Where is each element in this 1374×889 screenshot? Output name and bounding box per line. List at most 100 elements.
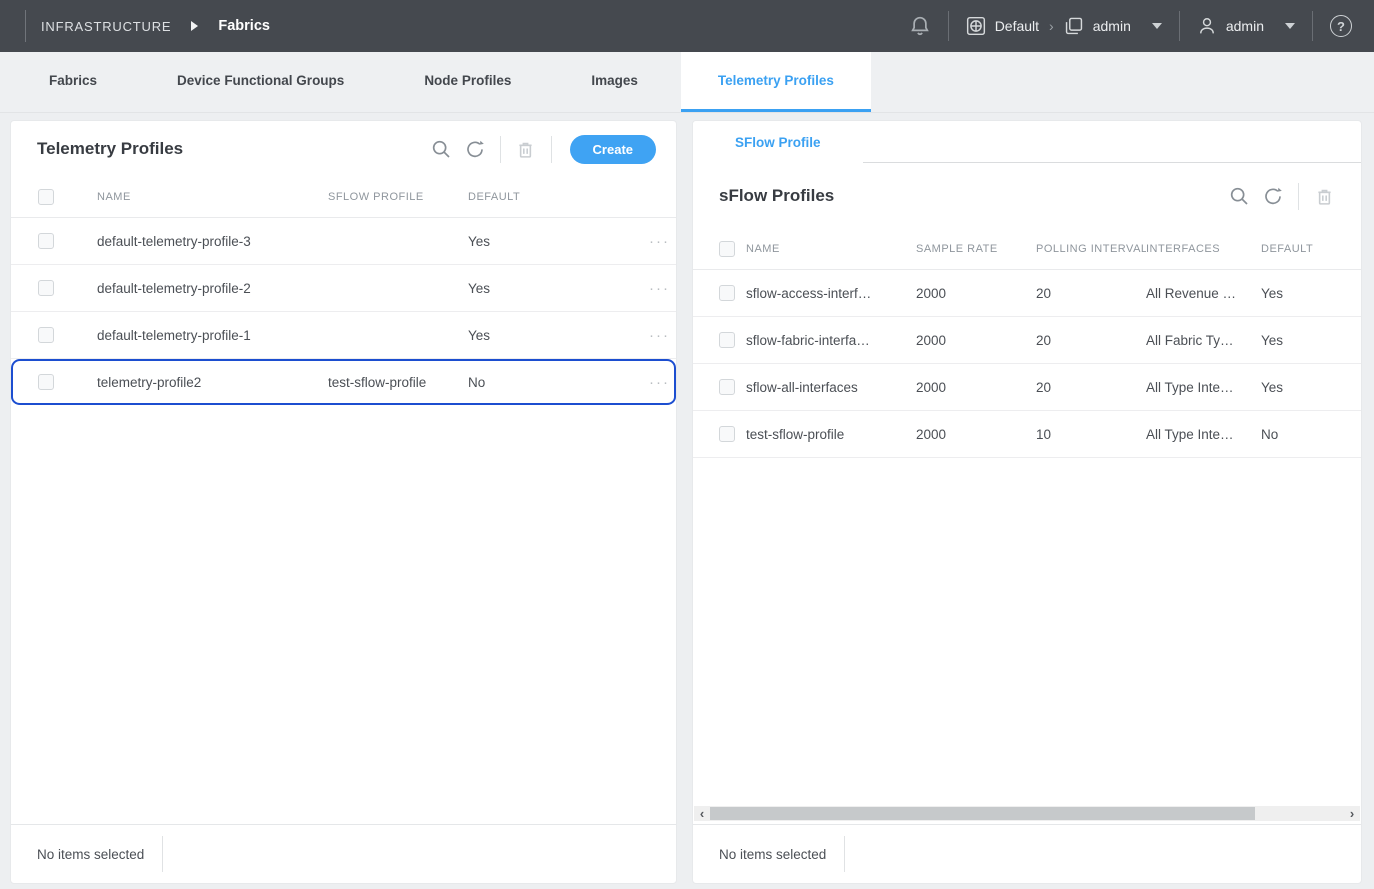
scroll-right-icon[interactable] [1344, 806, 1360, 821]
cell-sflow-profile: test-sflow-profile [328, 375, 468, 390]
table-row[interactable]: default-telemetry-profile-1 Yes [11, 312, 676, 359]
cell-name: telemetry-profile2 [97, 375, 328, 390]
select-all-checkbox[interactable] [38, 189, 54, 205]
table-row[interactable]: test-sflow-profile 2000 10 All Type Inte… [693, 411, 1361, 458]
tab-fabrics[interactable]: Fabrics [12, 52, 134, 112]
select-all-checkbox[interactable] [719, 241, 735, 257]
cell-name: test-sflow-profile [746, 427, 916, 442]
top-navigation-bar: INFRASTRUCTURE Fabrics Default › admin a [0, 0, 1374, 52]
telemetry-panel-footer: No items selected [11, 824, 676, 883]
breadcrumb-page-title: Fabrics [218, 18, 270, 34]
row-checkbox[interactable] [719, 285, 735, 301]
refresh-icon[interactable] [458, 139, 492, 159]
sflow-profiles-panel: SFlow Profile sFlow Profiles NAME SAMPLE… [692, 120, 1362, 884]
scroll-left-icon[interactable] [694, 806, 710, 821]
tab-telemetry-profiles[interactable]: Telemetry Profiles [681, 52, 871, 112]
notifications-bell-icon[interactable] [909, 15, 931, 37]
topbar-divider [1312, 11, 1313, 41]
row-checkbox[interactable] [719, 379, 735, 395]
cell-sample-rate: 2000 [916, 333, 1036, 348]
cell-interfaces: All Fabric Ty… [1146, 333, 1261, 348]
table-row[interactable]: default-telemetry-profile-3 Yes [11, 218, 676, 265]
tab-sflow-profile[interactable]: SFlow Profile [693, 121, 863, 163]
column-header-name[interactable]: NAME [746, 243, 916, 255]
row-checkbox[interactable] [38, 374, 54, 390]
cell-default: Yes [468, 328, 636, 343]
sflow-panel-footer: No items selected [693, 824, 1361, 883]
table-row[interactable]: default-telemetry-profile-2 Yes [11, 265, 676, 312]
column-header-interfaces[interactable]: INTERFACES [1146, 243, 1261, 255]
row-actions-icon[interactable] [636, 374, 676, 391]
cell-polling-interval: 20 [1036, 286, 1146, 301]
scrollbar-track[interactable] [710, 806, 1344, 821]
user-menu[interactable]: admin [1197, 16, 1295, 36]
tab-images[interactable]: Images [554, 52, 675, 112]
row-checkbox[interactable] [38, 233, 54, 249]
telemetry-table-header: NAME SFLOW PROFILE DEFAULT [11, 177, 676, 218]
create-button[interactable]: Create [570, 135, 656, 164]
table-row[interactable]: sflow-all-interfaces 2000 20 All Type In… [693, 364, 1361, 411]
cell-name: sflow-all-interfaces [746, 380, 916, 395]
selection-status: No items selected [37, 847, 144, 862]
column-header-default[interactable]: DEFAULT [468, 191, 636, 203]
row-actions-icon[interactable] [636, 280, 676, 297]
cell-name: default-telemetry-profile-2 [97, 281, 328, 296]
row-checkbox[interactable] [38, 280, 54, 296]
user-label: admin [1226, 18, 1264, 34]
cell-interfaces: All Revenue … [1146, 286, 1261, 301]
cell-sample-rate: 2000 [916, 427, 1036, 442]
horizontal-scrollbar[interactable] [694, 806, 1360, 821]
column-header-name[interactable]: NAME [97, 191, 328, 203]
column-header-sample-rate[interactable]: SAMPLE RATE [916, 243, 1036, 255]
breadcrumb-arrow-icon [191, 21, 198, 31]
cell-name: sflow-fabric-interfa… [746, 333, 916, 348]
delete-icon[interactable] [1307, 187, 1341, 206]
tab-node-profiles[interactable]: Node Profiles [387, 52, 548, 112]
cell-default: Yes [1261, 380, 1316, 395]
telemetry-profiles-panel: Telemetry Profiles Create NAME SFLOW PRO… [10, 120, 677, 884]
cell-polling-interval: 20 [1036, 380, 1146, 395]
sflow-panel-title: sFlow Profiles [719, 186, 1222, 206]
table-row[interactable]: sflow-access-interf… 2000 20 All Revenue… [693, 270, 1361, 317]
telemetry-panel-title: Telemetry Profiles [37, 139, 424, 159]
refresh-icon[interactable] [1256, 186, 1290, 206]
row-checkbox[interactable] [719, 332, 735, 348]
scrollbar-thumb[interactable] [710, 807, 1255, 820]
cell-polling-interval: 10 [1036, 427, 1146, 442]
search-icon[interactable] [1222, 186, 1256, 206]
table-row-selected[interactable]: telemetry-profile2 test-sflow-profile No [11, 359, 676, 406]
user-icon [1197, 16, 1217, 36]
topbar-left-divider [25, 10, 26, 42]
cell-default: No [468, 375, 636, 390]
globe-grid-icon [966, 16, 986, 36]
cell-default: No [1261, 427, 1316, 442]
cell-default: Yes [1261, 286, 1316, 301]
delete-icon[interactable] [509, 140, 543, 159]
footer-divider [844, 836, 845, 872]
cell-sample-rate: 2000 [916, 380, 1036, 395]
breadcrumb-section[interactable]: INFRASTRUCTURE [41, 19, 171, 34]
column-header-default[interactable]: DEFAULT [1261, 243, 1316, 255]
cell-name: default-telemetry-profile-1 [97, 328, 328, 343]
cluster-selector[interactable]: Default [966, 16, 1039, 36]
column-header-polling-interval[interactable]: POLLING INTERVAL [1036, 243, 1146, 255]
row-actions-icon[interactable] [636, 233, 676, 250]
sflow-table-header: NAME SAMPLE RATE POLLING INTERVAL INTERF… [693, 229, 1361, 270]
row-checkbox[interactable] [719, 426, 735, 442]
column-header-sflow-profile[interactable]: SFLOW PROFILE [328, 191, 468, 203]
cell-name: default-telemetry-profile-3 [97, 234, 328, 249]
row-checkbox[interactable] [38, 327, 54, 343]
page-tabs: Fabrics Device Functional Groups Node Pr… [0, 52, 1374, 113]
footer-divider [162, 836, 163, 872]
site-selector[interactable]: admin [1064, 16, 1162, 36]
help-icon[interactable]: ? [1330, 15, 1352, 37]
detail-tabs: SFlow Profile [693, 121, 1361, 163]
toolbar-divider [551, 136, 552, 163]
search-icon[interactable] [424, 139, 458, 159]
row-actions-icon[interactable] [636, 327, 676, 344]
table-row[interactable]: sflow-fabric-interfa… 2000 20 All Fabric… [693, 317, 1361, 364]
detail-tabs-filler [863, 121, 1361, 163]
chevron-down-icon [1285, 23, 1295, 29]
cell-interfaces: All Type Inte… [1146, 427, 1261, 442]
tab-device-functional-groups[interactable]: Device Functional Groups [140, 52, 381, 112]
